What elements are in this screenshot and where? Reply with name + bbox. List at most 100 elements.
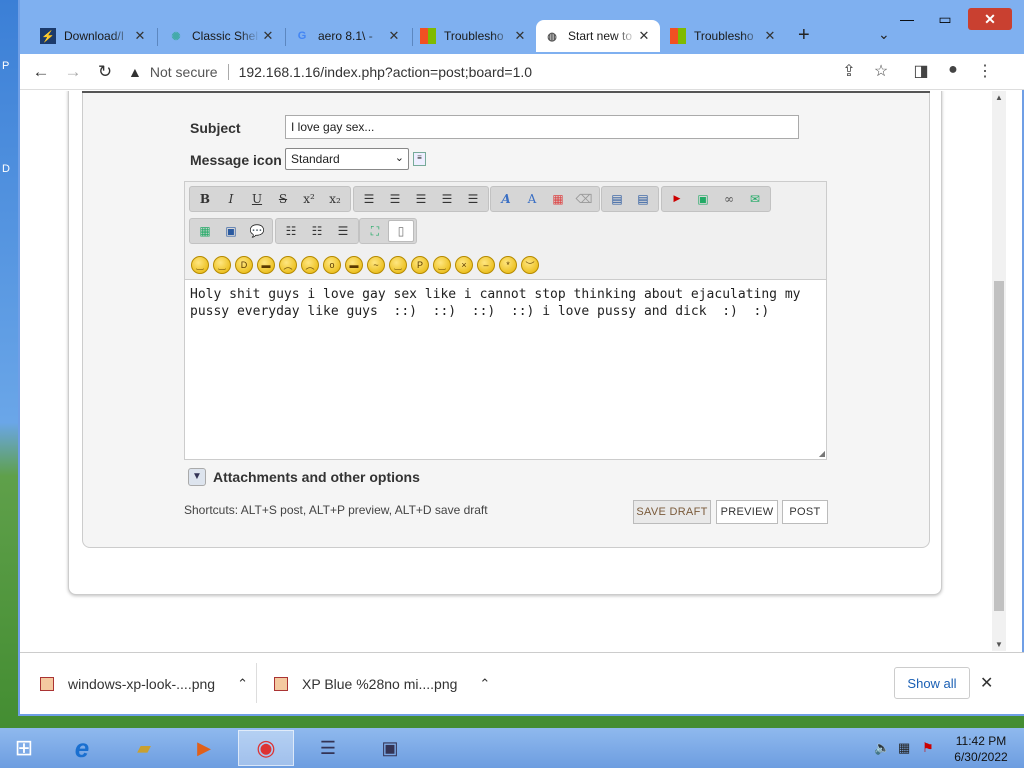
kiss-icon[interactable]: * <box>499 256 517 274</box>
side-panel-icon[interactable]: ◨ <box>910 61 932 81</box>
preview-button[interactable]: PREVIEW <box>716 500 778 524</box>
share-icon[interactable]: ⇪ <box>838 61 860 81</box>
bullet-list-icon[interactable]: ☷ <box>278 220 304 242</box>
volume-muted-icon[interactable]: 🔈 <box>874 740 890 756</box>
action-center-icon[interactable]: ⚑ <box>922 740 934 756</box>
download-item[interactable]: XP Blue %28no mi....png ⌃ <box>274 667 490 701</box>
chrome-icon[interactable]: ◉ <box>238 730 294 766</box>
close-tab-icon[interactable]: ✕ <box>762 28 778 44</box>
back-arrow-icon[interactable]: ← <box>30 61 52 83</box>
align-justify-icon[interactable]: ☰ <box>434 188 460 210</box>
star-icon[interactable]: ☆ <box>870 61 892 81</box>
system-clock[interactable]: 11:42 PM 6/30/2022 <box>950 733 1012 765</box>
scroll-thumb[interactable] <box>994 281 1004 611</box>
bold-button[interactable]: B <box>192 188 218 210</box>
network-icon[interactable]: ▦ <box>898 740 910 756</box>
embarrassed-icon[interactable]: ‿ <box>433 256 451 274</box>
cool-icon[interactable]: ▬ <box>345 256 363 274</box>
tab-start-new-topic[interactable]: ◍ Start new to ✕ <box>536 20 660 52</box>
code-icon[interactable]: ▣ <box>218 220 244 242</box>
resize-handle-icon[interactable]: ◢ <box>819 449 825 458</box>
save-draft-button[interactable]: SAVE DRAFT <box>633 500 711 524</box>
forward-arrow-icon[interactable]: → <box>62 61 84 83</box>
tab-troubleshoot-1[interactable]: Troublesho ✕ <box>412 20 536 52</box>
cry-icon[interactable]: ︶ <box>521 256 539 274</box>
chevron-up-icon[interactable]: ⌃ <box>479 676 490 692</box>
attachments-toggle[interactable]: Attachments and other options <box>213 469 420 485</box>
smiley-icon[interactable]: ‿ <box>191 256 209 274</box>
new-tab-button[interactable]: + <box>798 24 810 47</box>
font-icon[interactable]: A <box>493 188 519 210</box>
message-textarea[interactable]: Holy shit guys i love gay sex like i can… <box>185 279 826 459</box>
rolleyes-icon[interactable]: ‿ <box>389 256 407 274</box>
font-size-icon[interactable]: A <box>519 188 545 210</box>
align-right-icon[interactable]: ☰ <box>408 188 434 210</box>
cheesy-icon[interactable]: D <box>235 256 253 274</box>
page-scrollbar[interactable]: ▲ ▼ <box>992 91 1006 651</box>
image-icon[interactable]: ▣ <box>690 188 716 210</box>
tab-troubleshoot-2[interactable]: Troublesho ✕ <box>662 20 786 52</box>
grin-icon[interactable]: ▬ <box>257 256 275 274</box>
float-left-icon[interactable]: ▤ <box>604 188 630 210</box>
angry-icon[interactable]: ︵ <box>279 256 297 274</box>
chevron-up-icon[interactable]: ⌃ <box>237 676 248 692</box>
menu-kebab-icon[interactable]: ⋮ <box>974 61 996 81</box>
file-explorer-icon[interactable]: ▰ <box>116 730 172 766</box>
expand-chevron-icon[interactable]: ▼ <box>188 468 206 486</box>
close-tab-icon[interactable]: ✕ <box>512 28 528 44</box>
huh-icon[interactable]: ~ <box>367 256 385 274</box>
close-tab-icon[interactable]: ✕ <box>132 28 148 44</box>
close-tab-icon[interactable]: ✕ <box>636 28 652 44</box>
tab-aero[interactable]: G aero 8.1\ - ✕ <box>286 20 410 52</box>
lipsrsealed-icon[interactable]: × <box>455 256 473 274</box>
shocked-icon[interactable]: o <box>323 256 341 274</box>
media-player-icon[interactable]: ▶ <box>176 730 232 766</box>
profile-avatar-icon[interactable]: ● <box>942 61 964 79</box>
ordered-list-icon[interactable]: ☷ <box>304 220 330 242</box>
youtube-icon[interactable]: ▶ <box>664 188 690 210</box>
url-text[interactable]: 192.168.1.16/index.php?action=post;board… <box>239 64 532 80</box>
download-item[interactable]: windows-xp-look-....png ⌃ <box>40 667 248 701</box>
align-left-icon[interactable]: ☰ <box>356 188 382 210</box>
address-bar[interactable]: ▲ Not secure 192.168.1.16/index.php?acti… <box>128 58 908 86</box>
italic-button[interactable]: I <box>218 188 244 210</box>
horizontal-rule-icon[interactable]: ☰ <box>330 220 356 242</box>
table-icon[interactable]: ▦ <box>192 220 218 242</box>
minimize-button[interactable]: — <box>892 8 922 30</box>
remove-format-icon[interactable]: ⌫ <box>571 188 597 210</box>
tab-download[interactable]: ⚡ Download/I ✕ <box>32 20 156 52</box>
wink-icon[interactable]: ‿ <box>213 256 231 274</box>
pre-icon[interactable]: ☰ <box>460 188 486 210</box>
tab-classic-shell[interactable]: ✺ Classic Shel ✕ <box>160 20 284 52</box>
maximize-button[interactable]: ▭ <box>930 8 960 30</box>
sad-icon[interactable]: ︵ <box>301 256 319 274</box>
float-right-icon[interactable]: ▤ <box>630 188 656 210</box>
expand-icon[interactable]: ⛶ <box>362 220 388 242</box>
task-manager-icon[interactable]: ☰ <box>300 730 356 766</box>
message-icon-select[interactable]: Standard ⌄ <box>285 148 409 170</box>
close-icon[interactable]: ✕ <box>980 673 993 693</box>
close-window-button[interactable]: ✕ <box>968 8 1012 30</box>
scroll-up-icon[interactable]: ▲ <box>992 93 1006 102</box>
superscript-button[interactable]: x² <box>296 188 322 210</box>
scroll-down-icon[interactable]: ▼ <box>992 640 1006 649</box>
email-icon[interactable]: ✉ <box>742 188 768 210</box>
internet-explorer-icon[interactable]: e <box>54 730 110 766</box>
post-button[interactable]: POST <box>782 500 828 524</box>
subject-input[interactable]: I love gay sex... <box>285 115 799 139</box>
reload-icon[interactable]: ↻ <box>94 61 116 83</box>
subscript-button[interactable]: x₂ <box>322 188 348 210</box>
undecided-icon[interactable]: – <box>477 256 495 274</box>
start-windows-icon[interactable]: ⊞ <box>0 730 48 766</box>
close-tab-icon[interactable]: ✕ <box>260 28 276 44</box>
color-icon[interactable]: ▦ <box>545 188 571 210</box>
align-center-icon[interactable]: ☰ <box>382 188 408 210</box>
quote-icon[interactable]: 💬 <box>244 220 270 242</box>
tab-search-chevron-icon[interactable]: ⌄ <box>878 26 890 43</box>
source-mode-icon[interactable]: ▯ <box>388 220 414 242</box>
window-app-icon[interactable]: ▣ <box>362 730 418 766</box>
tongue-icon[interactable]: P <box>411 256 429 274</box>
strikethrough-button[interactable]: S <box>270 188 296 210</box>
show-all-button[interactable]: Show all <box>894 667 970 699</box>
close-tab-icon[interactable]: ✕ <box>386 28 402 44</box>
